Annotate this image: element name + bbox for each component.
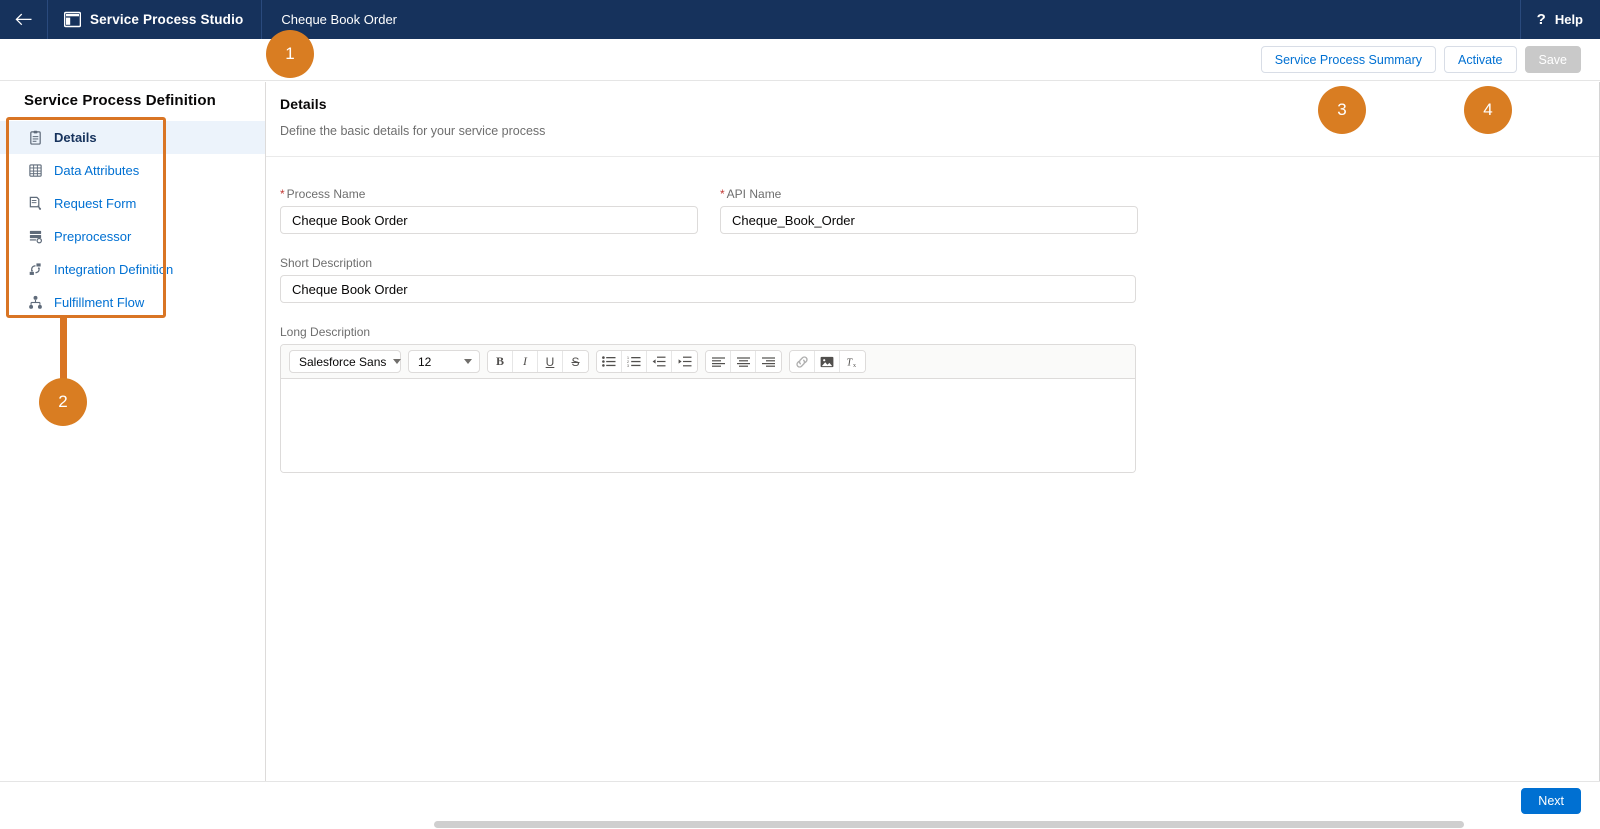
required-marker: * [720,187,725,201]
activate-button[interactable]: Activate [1444,46,1517,73]
sidebar-item-preprocessor[interactable]: Preprocessor [0,220,265,253]
chevron-down-icon [464,359,472,364]
details-form: *Process Name *API Name Short Descriptio… [266,157,1599,473]
remove-formatting-icon[interactable]: T x [840,351,865,372]
table-grid-icon [28,163,43,178]
page-title: Details [280,96,327,112]
short-description-field: Short Description [280,256,1136,303]
action-bar: Service Process Summary Activate Save [0,39,1600,81]
underline-icon[interactable]: U [538,351,563,372]
short-description-input[interactable] [280,275,1136,303]
link-icon[interactable] [790,351,815,372]
text-style-group: B I U S [487,350,589,373]
align-left-icon[interactable] [706,351,731,372]
italic-icon[interactable]: I [513,351,538,372]
api-name-field: * API Name [720,187,1138,234]
sidebar-title: Service Process Definition [24,92,216,109]
outdent-icon[interactable] [647,351,672,372]
clipboard-icon [28,130,43,145]
chevron-down-icon [393,359,402,364]
process-name-field: * Process Name [280,187,698,234]
horizontal-scrollbar-thumb[interactable] [434,821,1464,828]
long-description-field: Long Description Salesforce Sans 12 B I … [280,325,1136,473]
bulleted-list-icon[interactable] [597,351,622,372]
font-family-value: Salesforce Sans [299,354,387,369]
svg-text:3: 3 [627,364,629,367]
sidebar-item-label: Request Form [54,196,137,211]
alignment-group [705,350,782,373]
next-button[interactable]: Next [1521,788,1581,814]
main-content: Details Define the basic details for you… [266,82,1600,781]
sidebar-item-data-attributes[interactable]: Data Attributes [0,154,265,187]
sidebar-item-label: Preprocessor [54,229,132,244]
record-name-label: Cheque Book Order [281,12,397,27]
back-button[interactable] [0,0,48,39]
integration-flow-icon [28,262,43,277]
api-name-input[interactable] [720,206,1138,234]
server-gear-icon [28,229,43,244]
form-row-long-description: Long Description Salesforce Sans 12 B I … [280,325,1599,473]
hierarchy-icon [28,295,43,310]
indent-icon[interactable] [672,351,697,372]
section-header: Details Define the basic details for you… [266,82,1599,157]
page-body: Service Process Definition Details Data … [0,82,1600,781]
process-name-input[interactable] [280,206,698,234]
footer-bar: Next [0,781,1600,820]
service-process-summary-button[interactable]: Service Process Summary [1260,46,1437,73]
sidebar-item-label: Integration Definition [54,262,174,277]
font-size-value: 12 [418,354,432,369]
process-name-label: * Process Name [280,187,366,201]
service-process-studio-app: Service Process Studio Cheque Book Order… [0,0,1600,829]
sidebar-nav-list: Details Data Attributes Request Form Pre… [0,121,265,319]
form-row-short-description: Short Description [280,256,1599,303]
align-center-icon[interactable] [731,351,756,372]
save-button[interactable]: Save [1524,46,1581,73]
app-brand[interactable]: Service Process Studio [48,0,263,39]
numbered-list-icon[interactable]: 1 2 3 [622,351,647,372]
required-marker: * [280,187,285,201]
form-row-names: *Process Name *API Name [280,187,1599,234]
sidebar: Service Process Definition Details Data … [0,82,266,781]
sidebar-item-fulfillment-flow[interactable]: Fulfillment Flow [0,286,265,319]
form-edit-icon [28,196,43,211]
font-size-select[interactable]: 12 [408,350,480,373]
arrow-left-icon [15,13,32,26]
svg-text:x: x [853,363,856,368]
short-description-label: Short Description [280,256,373,270]
help-label: Help [1554,12,1583,27]
page-subtitle: Define the basic details for your servic… [280,124,546,138]
image-icon[interactable] [815,351,840,372]
long-description-label: Long Description [280,325,371,339]
sidebar-item-details[interactable]: Details [0,121,265,154]
rich-text-editor: Salesforce Sans 12 B I U S 1 2 3 T x [280,344,1136,473]
bold-icon[interactable]: B [488,351,513,372]
sidebar-item-integration-definition[interactable]: Integration Definition [0,253,265,286]
long-description-editor[interactable] [281,379,1135,472]
global-header: Service Process Studio Cheque Book Order… [0,0,1600,39]
insert-group: T x [789,350,866,373]
app-title: Service Process Studio [90,12,244,27]
api-name-label: * API Name [720,187,782,201]
sidebar-item-request-form[interactable]: Request Form [0,187,265,220]
sidebar-item-label: Details [54,130,97,145]
panel-layout-icon [64,11,81,28]
rich-text-toolbar: Salesforce Sans 12 B I U S 1 2 3 T x [281,345,1135,379]
font-family-select[interactable]: Salesforce Sans [289,350,402,373]
question-mark-icon: ? [1536,11,1546,28]
sidebar-item-label: Fulfillment Flow [54,295,145,310]
align-right-icon[interactable] [756,351,781,372]
strikethrough-icon[interactable]: S [563,351,588,372]
list-indent-group: 1 2 3 [596,350,698,373]
sidebar-item-label: Data Attributes [54,163,140,178]
help-button[interactable]: ? Help [1519,0,1600,39]
